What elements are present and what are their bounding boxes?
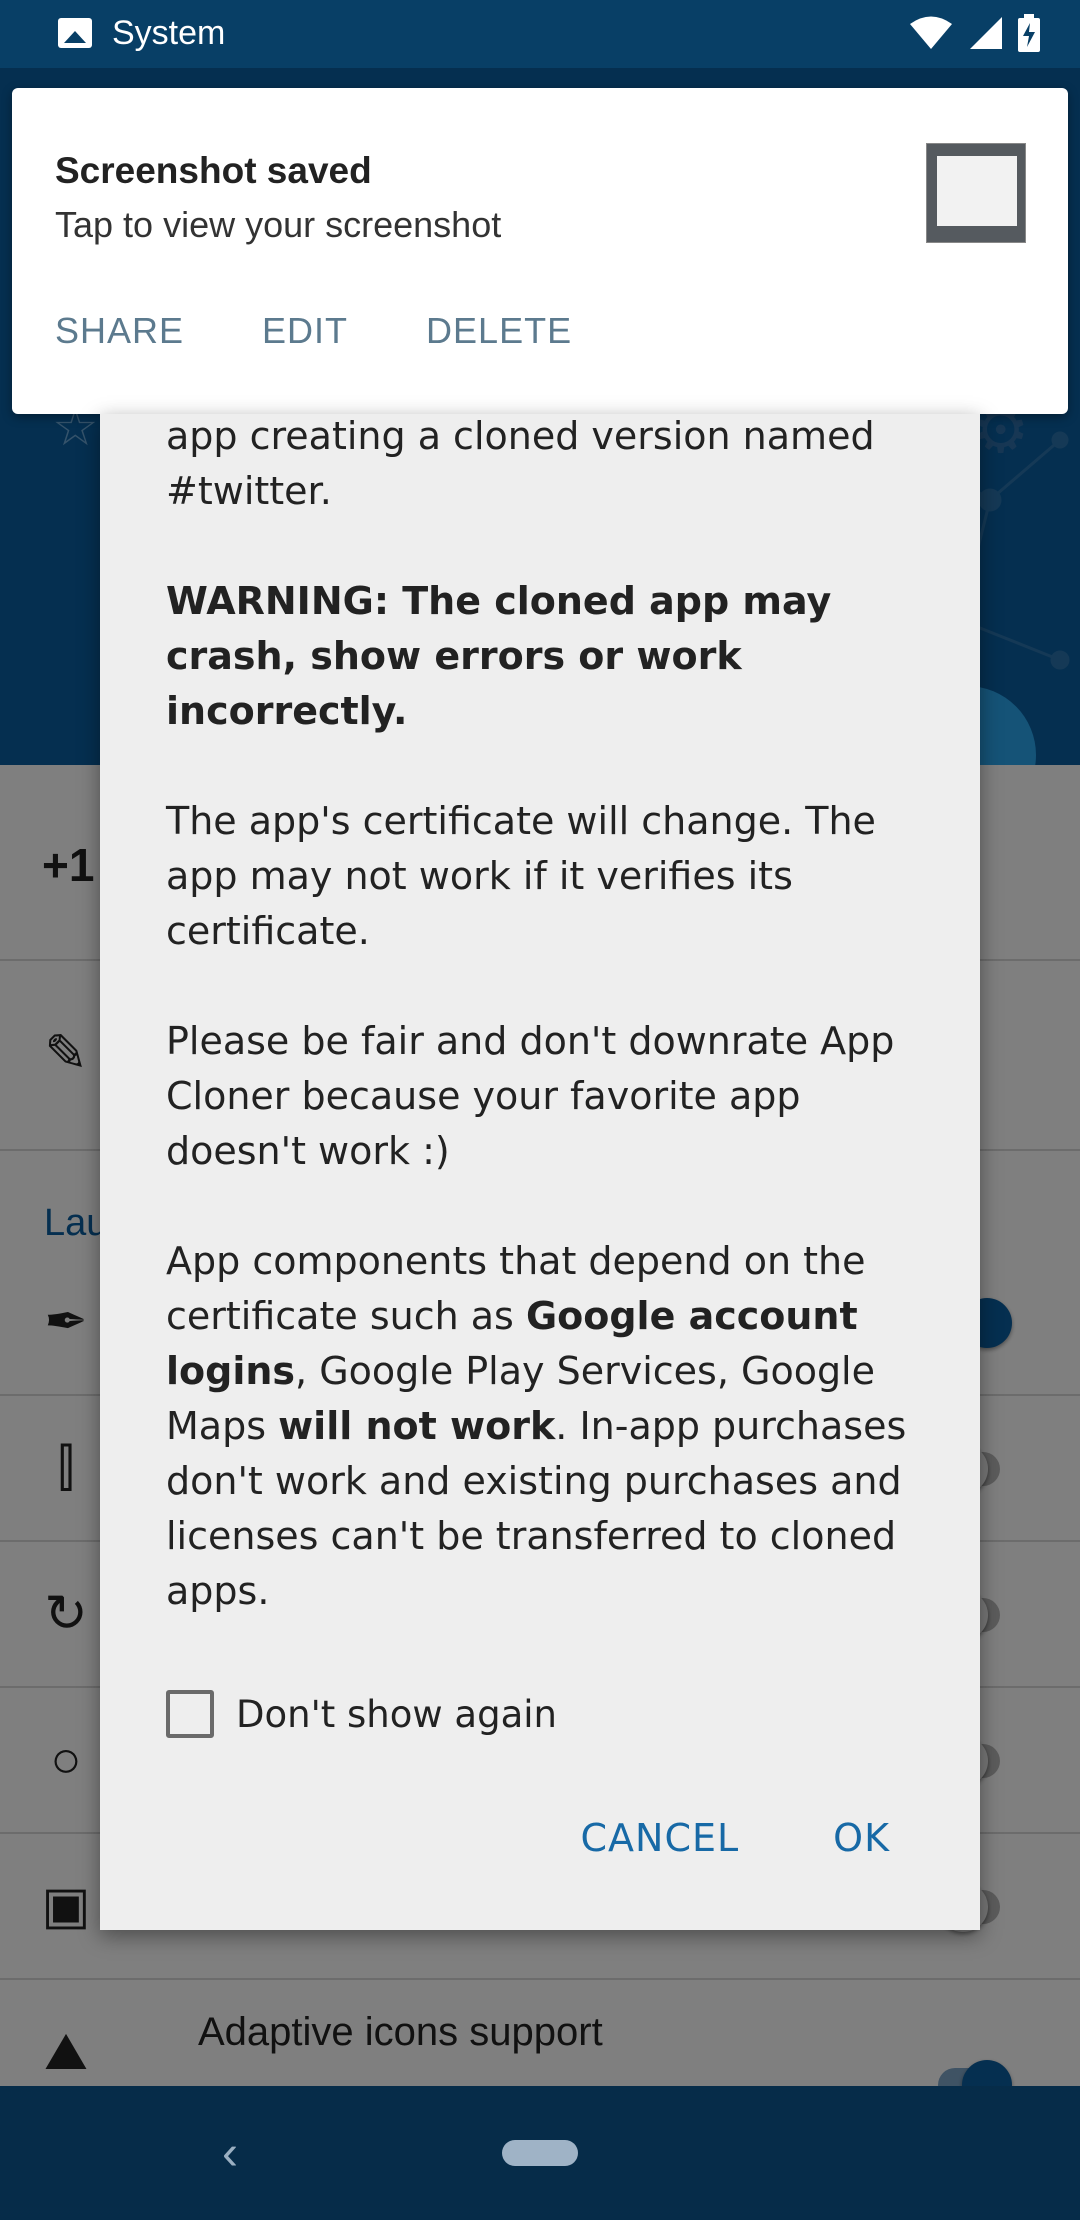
image-icon (58, 18, 92, 48)
certificate-text: The app's certificate will change. The a… (166, 799, 876, 953)
intro-text: app creating a cloned version named #twi… (166, 414, 875, 513)
notification-body: Tap to view your screenshot (55, 204, 502, 245)
dont-show-again-checkbox[interactable]: Don't show again (166, 1690, 557, 1738)
home-pill[interactable] (502, 2140, 578, 2166)
dont-show-again-label: Don't show again (236, 1692, 557, 1736)
share-button[interactable]: SHARE (55, 310, 184, 352)
dialog-message: app creating a cloned version named #twi… (166, 414, 936, 1674)
screenshot-thumbnail[interactable] (926, 143, 1026, 243)
battery-charging-icon (1018, 14, 1040, 52)
back-icon[interactable]: ‹ (222, 2126, 238, 2181)
cancel-button[interactable]: CANCEL (580, 1816, 739, 1860)
edit-button[interactable]: EDIT (262, 310, 348, 352)
clone-warning-dialog: app creating a cloned version named #twi… (100, 414, 980, 1930)
components-text-bold: will not work (278, 1404, 556, 1448)
fair-text: Please be fair and don't downrate App Cl… (166, 1019, 895, 1173)
signal-icon (970, 17, 1002, 49)
delete-button[interactable]: DELETE (426, 310, 572, 352)
wifi-icon (910, 16, 952, 49)
screenshot-notification[interactable]: Screenshot saved Tap to view your screen… (12, 88, 1068, 414)
ok-button[interactable]: OK (833, 1816, 890, 1860)
warning-text: WARNING: The cloned app may crash, show … (166, 579, 832, 733)
status-bar: System (0, 0, 1080, 68)
notification-title: Screenshot saved (55, 150, 372, 191)
checkbox-box[interactable] (166, 1690, 214, 1738)
components-text: App components that depend on the certif… (166, 1234, 936, 1619)
status-app-label: System (112, 14, 226, 52)
